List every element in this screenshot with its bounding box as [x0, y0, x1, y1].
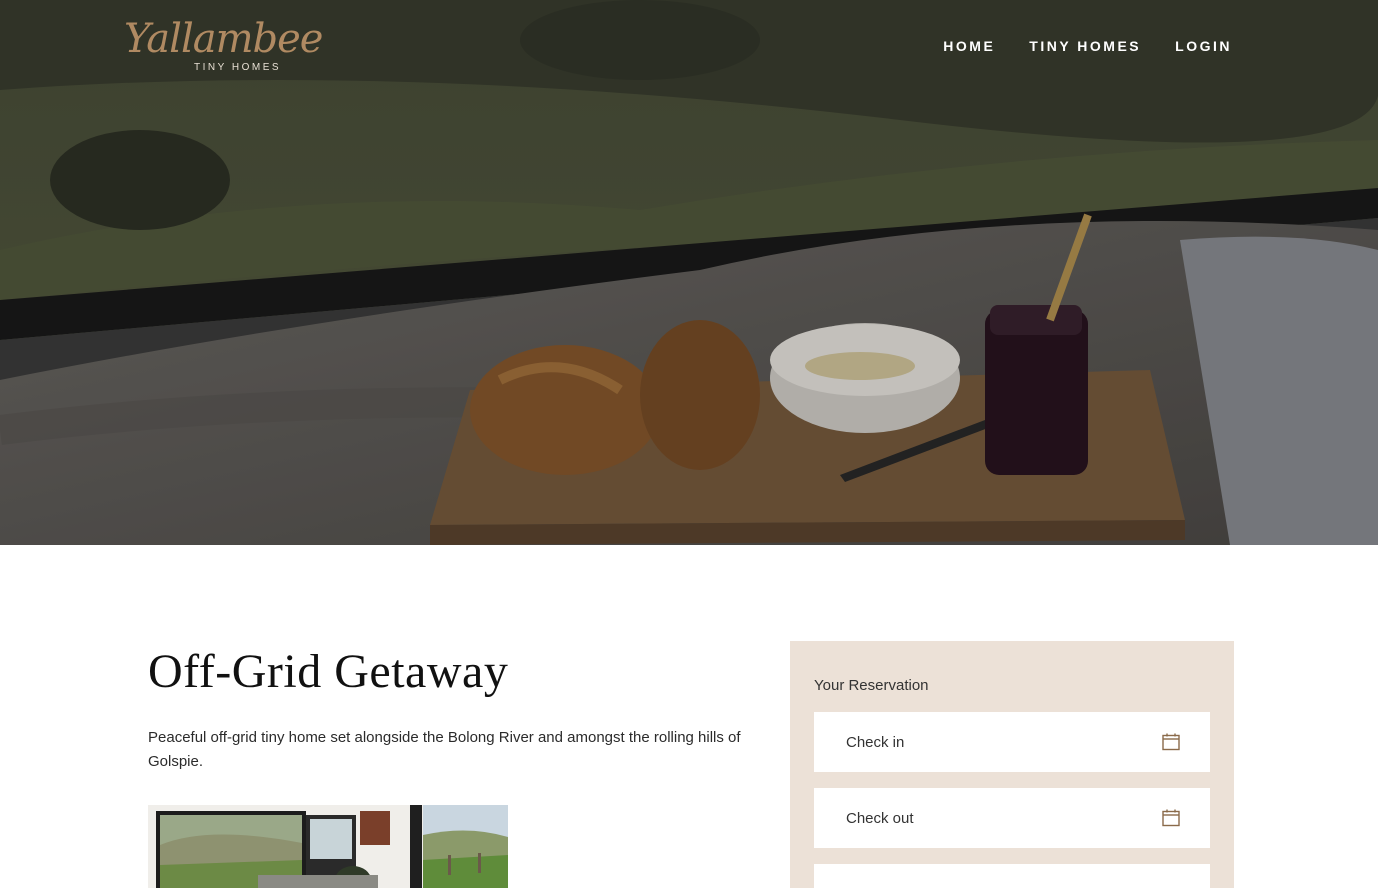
guests-field[interactable]	[814, 864, 1210, 888]
main-nav: HOME TINY HOMES LOGIN	[943, 38, 1232, 54]
reservation-panel: Your Reservation Check in Check out	[790, 641, 1234, 888]
page-title: Off-Grid Getaway	[148, 645, 509, 698]
logo-script-text: Yallambee	[124, 16, 323, 62]
reservation-title: Your Reservation	[814, 677, 929, 694]
site-logo[interactable]: Yallambee TINY HOMES	[124, 16, 323, 80]
check-out-field[interactable]: Check out	[814, 788, 1210, 848]
check-in-field[interactable]: Check in	[814, 712, 1210, 772]
nav-tiny-homes[interactable]: TINY HOMES	[1029, 38, 1141, 54]
listing-description: Peaceful off-grid tiny home set alongsid…	[148, 729, 741, 770]
nav-login[interactable]: LOGIN	[1175, 38, 1232, 54]
gallery-thumbnail[interactable]	[148, 805, 508, 888]
check-out-label: Check out	[846, 809, 914, 827]
hero-banner: Yallambee TINY HOMES HOME TINY HOMES LOG…	[0, 0, 1378, 545]
nav-home[interactable]: HOME	[943, 38, 995, 54]
calendar-icon[interactable]	[1162, 733, 1180, 751]
calendar-icon[interactable]	[1162, 809, 1180, 827]
check-in-label: Check in	[846, 733, 905, 751]
listing-details: Off-Grid Getaway Peaceful off-grid tiny …	[148, 640, 768, 888]
hero-overlay	[0, 0, 1378, 545]
logo-subtitle: TINY HOMES	[194, 62, 282, 73]
